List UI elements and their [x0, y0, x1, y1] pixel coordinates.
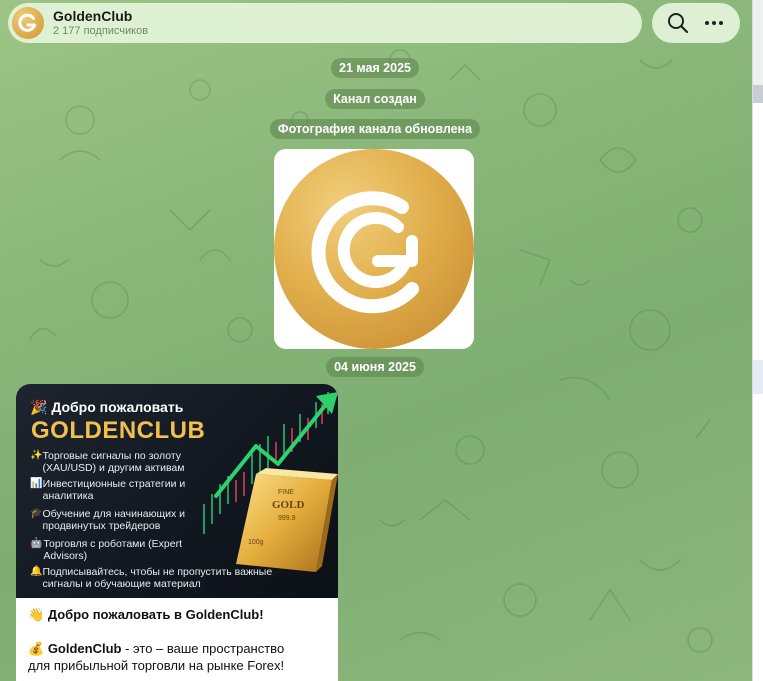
banner-feature-text: Подписывайтесь, чтобы не пропустить важн…: [42, 566, 273, 590]
header-actions: [652, 3, 740, 43]
gold-bar-text-fine: FINE: [278, 489, 294, 496]
channel-title: GoldenClub: [53, 8, 133, 24]
gold-bar-text-gold: GOLD: [272, 499, 304, 511]
search-icon: [668, 13, 689, 34]
more-icon: [705, 21, 723, 25]
search-button[interactable]: [664, 9, 692, 37]
money-bag-icon: 💰: [28, 641, 45, 656]
service-message-photo-updated: Фотография канала обновлена: [269, 119, 481, 139]
banner-feature: 🤖 Торговля с роботами (Expert Advisors): [30, 538, 220, 562]
service-message-created: Канал создан: [325, 89, 425, 109]
channel-avatar[interactable]: [12, 7, 44, 39]
subscriber-count: 2 177 подписчиков: [53, 25, 149, 37]
channel-header[interactable]: GoldenClub 2 177 подписчиков: [8, 3, 642, 43]
channel-info: GoldenClub 2 177 подписчиков: [53, 8, 148, 38]
side-panel-top: [753, 0, 763, 85]
banner-feature-text: Торговые сигналы по золоту (XAU/USD) и д…: [42, 450, 185, 474]
date-separator: 21 мая 2025: [331, 58, 419, 78]
banner-feature: 📊 Инвестиционные стратегии и аналитика: [30, 478, 220, 502]
date-separator: 04 июня 2025: [326, 357, 424, 377]
banner-feature-text: Торговля с роботами (Expert Advisors): [43, 538, 183, 562]
golden-club-logo-image: [274, 149, 474, 349]
banner-brand: GOLDENCLUB: [31, 417, 206, 444]
post-line-3: для прибыльной торговли на рынке Forex!: [28, 658, 285, 673]
chart-icon: 📊: [30, 478, 43, 489]
banner-feature: ✨ Торговые сигналы по золоту (XAU/USD) и…: [30, 450, 220, 474]
more-button[interactable]: [700, 9, 728, 37]
post-brand-name: GoldenClub: [47, 641, 122, 656]
golden-club-logo-icon: [18, 13, 36, 32]
gold-bar-text-purity: 999.9: [278, 515, 296, 522]
graduation-cap-icon: 🎓: [30, 508, 43, 519]
channel-post[interactable]: FINE GOLD 999.9 100g 🎉 Добро пожаловать …: [16, 384, 338, 681]
robot-icon: 🤖: [30, 538, 43, 549]
waving-hand-icon: 👋: [28, 607, 45, 622]
post-heading: Добро пожаловать в GoldenClub!: [47, 607, 264, 622]
side-panel-divider: [753, 85, 763, 103]
side-panel-edge: [752, 0, 763, 681]
banner-feature: 🔔 Подписывайтесь, чтобы не пропустить ва…: [30, 566, 280, 590]
post-text: 👋 Добро пожаловать в GoldenClub! 💰 Golde…: [28, 606, 328, 674]
bell-icon: 🔔: [30, 566, 43, 577]
post-line-2: 💰 GoldenClub - это – ваше пространство: [28, 640, 328, 657]
gold-bar-text-weight: 100g: [248, 539, 264, 546]
banner-welcome: 🎉 Добро пожаловать: [30, 399, 184, 415]
post-line-2-text: - это – ваше пространство: [121, 641, 285, 656]
banner-feature-text: Обучение для начинающих и продвинутых тр…: [42, 508, 186, 532]
post-line-1: 👋 Добро пожаловать в GoldenClub!: [28, 606, 328, 623]
banner-feature: 🎓 Обучение для начинающих и продвинутых …: [30, 508, 220, 532]
post-image[interactable]: FINE GOLD 999.9 100g 🎉 Добро пожаловать …: [16, 384, 338, 598]
sparkle-icon: ✨: [30, 450, 43, 461]
channel-photo[interactable]: [274, 149, 474, 349]
side-panel-highlight: [753, 360, 763, 394]
banner-feature-text: Инвестиционные стратегии и аналитика: [42, 478, 186, 502]
